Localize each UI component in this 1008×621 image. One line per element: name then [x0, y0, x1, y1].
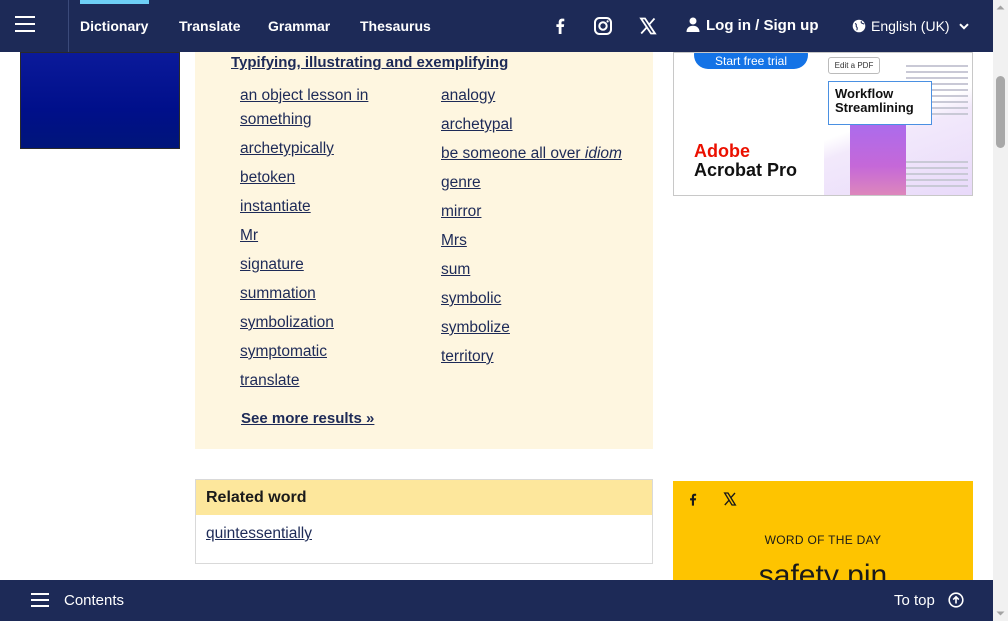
- login-signup-link[interactable]: Log in / Sign up: [686, 0, 818, 52]
- instagram-icon[interactable]: [591, 14, 615, 38]
- synonym-link[interactable]: archetypically: [240, 137, 430, 161]
- synonym-link[interactable]: analogy: [441, 84, 631, 108]
- thesaurus-heading-link[interactable]: Typifying, illustrating and exemplifying: [231, 54, 508, 71]
- ad-brand-product: Acrobat Pro: [694, 160, 798, 180]
- nav-divider: [68, 0, 69, 52]
- synonym-link-text: be someone all over: [441, 145, 581, 162]
- synonym-link[interactable]: be someone all over idiom: [441, 142, 631, 166]
- synonym-link[interactable]: an object lesson in something: [240, 84, 430, 132]
- scrollbar-thumb[interactable]: [996, 76, 1005, 148]
- scroll-up-arrow-icon[interactable]: [993, 0, 1008, 15]
- language-label: English (UK): [871, 18, 950, 34]
- ad-cta-button[interactable]: Start free trial: [694, 53, 808, 69]
- synonym-link[interactable]: mirror: [441, 200, 631, 224]
- contents-menu-icon[interactable]: [31, 593, 49, 607]
- contents-button[interactable]: Contents: [64, 580, 124, 621]
- facebook-icon[interactable]: [548, 14, 572, 38]
- x-icon[interactable]: [722, 491, 738, 507]
- facebook-icon[interactable]: [685, 491, 701, 507]
- word-of-the-day-panel: WORD OF THE DAY safety pin: [673, 481, 973, 591]
- related-word-heading: Related word: [196, 480, 652, 515]
- word-of-the-day-label: WORD OF THE DAY: [764, 533, 882, 547]
- synonym-link[interactable]: symbolization: [240, 311, 430, 335]
- chevron-down-icon: [959, 23, 970, 30]
- language-selector[interactable]: English (UK): [852, 0, 970, 52]
- user-icon: [686, 17, 700, 32]
- menu-icon[interactable]: [15, 16, 35, 32]
- synonym-column-left: an object lesson in something archetypic…: [240, 84, 430, 398]
- ad-headline: Workflow Streamlining: [828, 81, 932, 125]
- arrow-up-circle-icon[interactable]: [948, 592, 964, 608]
- left-ad-banner[interactable]: [20, 52, 180, 149]
- see-more-results-link[interactable]: See more results »: [241, 410, 374, 427]
- synonym-link[interactable]: archetypal: [441, 113, 631, 137]
- globe-icon: [852, 19, 866, 33]
- related-word-link[interactable]: quintessentially: [206, 525, 312, 543]
- vertical-scrollbar[interactable]: [993, 0, 1008, 621]
- synonym-link[interactable]: territory: [441, 345, 631, 369]
- synonym-link[interactable]: instantiate: [240, 195, 430, 219]
- related-word-box: Related word quintessentially: [195, 479, 653, 564]
- synonym-link[interactable]: signature: [240, 253, 430, 277]
- adobe-ad-banner[interactable]: Start free trial Edit a PDF Workflow Str…: [673, 52, 973, 196]
- tab-grammar[interactable]: Grammar: [268, 0, 330, 52]
- to-top-button[interactable]: To top: [894, 580, 935, 621]
- synonym-link[interactable]: summation: [240, 282, 430, 306]
- bottom-bar: Contents To top: [0, 580, 993, 621]
- thesaurus-box: Typifying, illustrating and exemplifying…: [195, 52, 653, 449]
- synonym-link[interactable]: symbolize: [441, 316, 631, 340]
- synonym-column-right: analogy archetypal be someone all over i…: [441, 84, 631, 374]
- synonym-link[interactable]: symbolic: [441, 287, 631, 311]
- idiom-tag: idiom: [584, 145, 622, 162]
- synonym-link[interactable]: Mrs: [441, 229, 631, 253]
- synonym-link[interactable]: sum: [441, 258, 631, 282]
- synonym-link[interactable]: Mr: [240, 224, 430, 248]
- synonym-link[interactable]: symptomatic: [240, 340, 430, 364]
- synonym-link[interactable]: betoken: [240, 166, 430, 190]
- x-icon[interactable]: [636, 14, 660, 38]
- ad-purple-panel: [850, 117, 906, 195]
- tab-translate[interactable]: Translate: [179, 0, 240, 52]
- top-navigation-bar: Dictionary Translate Grammar Thesaurus L…: [0, 0, 993, 52]
- tab-thesaurus[interactable]: Thesaurus: [360, 0, 431, 52]
- scroll-down-arrow-icon[interactable]: [993, 606, 1008, 621]
- synonym-link[interactable]: genre: [441, 171, 631, 195]
- synonym-link[interactable]: translate: [240, 369, 430, 393]
- ad-brand-adobe: Adobe: [694, 141, 750, 161]
- ad-text-lines: [906, 161, 968, 191]
- login-label: Log in / Sign up: [706, 17, 819, 34]
- tab-dictionary[interactable]: Dictionary: [80, 0, 150, 52]
- ad-edit-pdf-chip: Edit a PDF: [828, 57, 880, 74]
